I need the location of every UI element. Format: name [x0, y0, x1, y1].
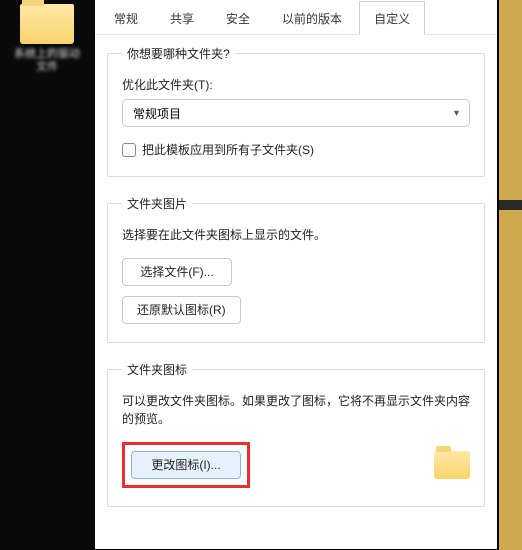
- optimize-label: 优化此文件夹(T):: [122, 76, 470, 93]
- chevron-down-icon: ▾: [454, 108, 459, 119]
- tab-previous-versions[interactable]: 以前的版本: [267, 1, 357, 35]
- highlight-annotation: 更改图标(I)...: [122, 442, 250, 488]
- group-folder-type: 你想要哪种文件夹? 优化此文件夹(T): 常规项目 ▾ 把此模板应用到所有子文件…: [107, 45, 485, 177]
- group-folder-type-legend: 你想要哪种文件夹?: [122, 45, 235, 62]
- desktop-folder-label: 系统上的驱动 文件: [8, 48, 86, 74]
- tab-custom[interactable]: 自定义: [359, 1, 425, 35]
- desktop-background: 系统上的驱动 文件: [0, 0, 95, 550]
- apply-subfolders-label: 把此模板应用到所有子文件夹(S): [142, 141, 314, 158]
- group-folder-picture: 文件夹图片 选择要在此文件夹图标上显示的文件。 选择文件(F)... 还原默认图…: [107, 195, 485, 343]
- optimize-combo[interactable]: 常规项目 ▾: [122, 99, 470, 127]
- group-folder-icon-legend: 文件夹图标: [122, 361, 192, 378]
- folder-icon-preview: [434, 451, 470, 479]
- apply-subfolders-checkbox[interactable]: 把此模板应用到所有子文件夹(S): [122, 141, 470, 158]
- group-folder-picture-legend: 文件夹图片: [122, 195, 192, 212]
- tab-share[interactable]: 共享: [155, 1, 209, 35]
- tab-general[interactable]: 常规: [99, 1, 153, 35]
- tab-bar: 常规 共享 安全 以前的版本 自定义: [95, 0, 497, 35]
- folder-icon-desc: 可以更改文件夹图标。如果更改了图标，它将不再显示文件夹内容的预览。: [122, 392, 470, 428]
- checkbox-icon: [122, 143, 136, 157]
- tab-panel-custom: 你想要哪种文件夹? 优化此文件夹(T): 常规项目 ▾ 把此模板应用到所有子文件…: [95, 35, 497, 535]
- desktop-folder[interactable]: 系统上的驱动 文件: [8, 4, 86, 74]
- group-folder-icon: 文件夹图标 可以更改文件夹图标。如果更改了图标，它将不再显示文件夹内容的预览。 …: [107, 361, 485, 507]
- folder-icon: [20, 4, 74, 44]
- change-icon-button[interactable]: 更改图标(I)...: [131, 451, 241, 479]
- folder-picture-desc: 选择要在此文件夹图标上显示的文件。: [122, 226, 470, 244]
- background-window-edge: [499, 0, 522, 550]
- optimize-combo-value: 常规项目: [133, 105, 181, 122]
- properties-dialog: 常规 共享 安全 以前的版本 自定义 你想要哪种文件夹? 优化此文件夹(T): …: [95, 0, 498, 549]
- restore-default-button[interactable]: 还原默认图标(R): [122, 296, 241, 324]
- choose-file-button[interactable]: 选择文件(F)...: [122, 258, 232, 286]
- tab-security[interactable]: 安全: [211, 1, 265, 35]
